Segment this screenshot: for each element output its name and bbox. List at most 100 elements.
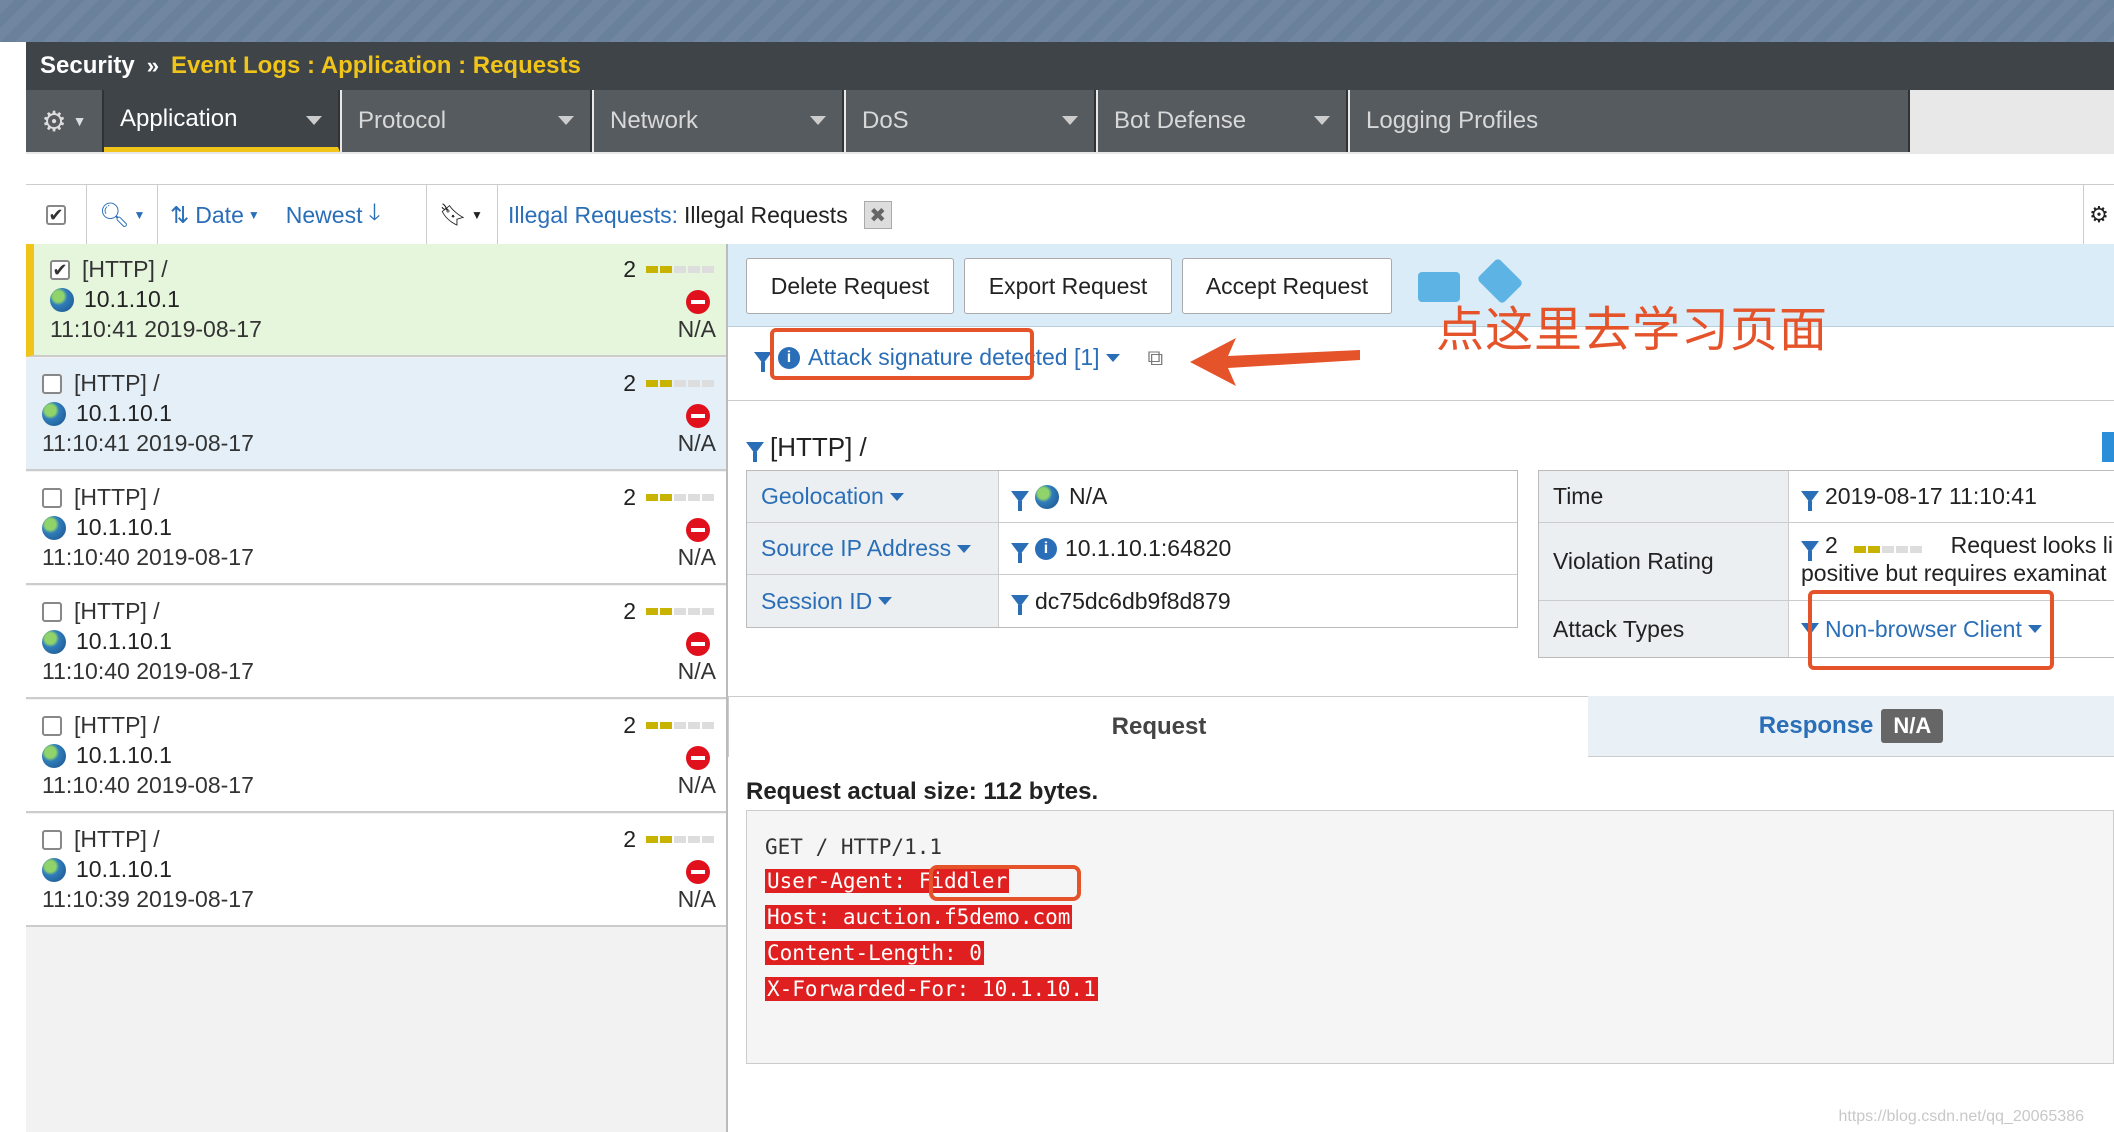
annotation-text: 点这里去学习页面 <box>1436 304 1829 357</box>
toolbar-settings-button[interactable]: ⚙ <box>2083 185 2114 245</box>
list-item[interactable]: [HTTP] / 10.1.10.1 11:10:41 2019-08-17 2 N/A <box>26 358 726 471</box>
geolocation-value: N/A <box>999 471 1517 523</box>
chevron-down-icon[interactable] <box>1105 353 1120 362</box>
accept-request-button[interactable]: Accept Request <box>1182 258 1392 314</box>
annotation-highlight-box <box>929 865 1081 901</box>
chevron-down-icon <box>957 544 972 553</box>
sort-icon: ⇅ <box>170 201 190 228</box>
filter-icon[interactable] <box>1801 541 1819 561</box>
list-item[interactable]: [HTTP] / 10.1.10.1 11:10:40 2019-08-17 2 N/A <box>26 472 726 585</box>
row-checkbox[interactable] <box>42 602 62 622</box>
tab-label: DoS <box>862 107 909 134</box>
tab-network[interactable]: Network <box>594 90 844 152</box>
violation-rating: 2 <box>623 712 716 739</box>
select-all-checkbox[interactable]: ✔ <box>46 205 66 225</box>
time-label: Time <box>1539 471 1789 523</box>
request-status: N/A <box>677 430 716 456</box>
tab-response[interactable]: Response N/A <box>1588 696 2114 757</box>
section-title: Security <box>40 52 135 79</box>
row-checkbox[interactable] <box>42 488 62 508</box>
chevron-down-icon <box>889 492 904 501</box>
bookmark-icon: 🔖︎ <box>439 202 467 227</box>
violation-rating: 2 <box>623 256 716 283</box>
list-item[interactable]: [HTTP] / 10.1.10.1 11:10:40 2019-08-17 2 N/A <box>26 700 726 813</box>
sort-order-button[interactable]: Newest <box>286 202 363 229</box>
geolocation-label[interactable]: Geolocation <box>747 471 999 523</box>
annotation-highlight-box <box>1808 590 2054 670</box>
request-size: Request actual size: 112 bytes. <box>746 778 1099 805</box>
request-time: 11:10:40 2019-08-17 <box>42 544 254 570</box>
list-toolbar: ✔ 🔍︎ ▼ ⇅ Date ▼ Newest 🡓 🔖︎ ▼ Illegal Requ… <box>26 184 2114 246</box>
side-toggle-button[interactable] <box>2102 432 2114 462</box>
row-checkbox[interactable] <box>42 374 62 394</box>
source-ip-label[interactable]: Source IP Address <box>747 523 999 575</box>
list-item[interactable]: [HTTP] / 10.1.10.1 11:10:40 2019-08-17 2 N/A <box>26 586 726 699</box>
arrow-down-icon: 🡓 <box>368 198 381 225</box>
tab-bar: ⚙ ▼ Application Protocol Network DoS Bot … <box>26 90 2114 154</box>
close-icon: ✖ <box>869 204 887 227</box>
filter-prefix: Illegal Requests: <box>508 201 679 228</box>
list-item[interactable]: ✔ [HTTP] / 10.1.10.1 11:10:41 2019-08-17 2 N/… <box>26 244 726 357</box>
tab-response-label: Response <box>1758 712 1874 739</box>
rating-bars <box>646 722 716 729</box>
tab-bot-defense[interactable]: Bot Defense <box>1098 90 1348 152</box>
row-checkbox[interactable] <box>42 716 62 736</box>
info-icon[interactable]: i <box>1035 537 1057 560</box>
attack-types-label: Attack Types <box>1539 601 1789 657</box>
tab-dos[interactable]: DoS <box>846 90 1096 152</box>
list-item[interactable]: [HTTP] / 10.1.10.1 11:10:39 2019-08-17 2 N/A <box>26 814 726 927</box>
row-checkbox[interactable] <box>42 830 62 850</box>
chevron-down-icon: ▼ <box>72 113 87 129</box>
request-list: ✔ [HTTP] / 10.1.10.1 11:10:41 2019-08-17 2 N/… <box>26 244 728 1132</box>
chevron-down-icon: ▼ <box>470 208 483 222</box>
violation-rating-label: Violation Rating <box>1539 523 1789 601</box>
chevron-down-icon <box>558 116 574 125</box>
filter-icon[interactable] <box>746 441 764 462</box>
request-ip: 10.1.10.1 <box>42 742 172 769</box>
request-status: N/A <box>677 658 716 684</box>
filter-icon[interactable] <box>1011 490 1029 511</box>
session-id-value: dc75dc6db9f8d879 <box>999 575 1517 627</box>
sort-date-button[interactable]: Date <box>195 202 244 229</box>
request-status: N/A <box>677 886 716 912</box>
violation-rating: 2 <box>623 598 716 625</box>
delete-request-button[interactable]: Delete Request <box>746 258 954 314</box>
globe-icon <box>50 287 74 312</box>
blocked-icon <box>686 404 710 428</box>
blocked-icon <box>686 518 710 542</box>
annotation-highlight-box <box>770 328 1034 380</box>
session-id-label[interactable]: Session ID <box>747 575 999 627</box>
external-link-icon[interactable]: ⧉ <box>1148 345 1164 371</box>
title-bar: Security » Event Logs : Application : Re… <box>26 42 2114 90</box>
chevron-down-icon <box>878 597 893 605</box>
blocked-icon <box>686 632 710 656</box>
search-icon: 🔍︎ <box>99 201 130 229</box>
request-line: Host: auction.f5demo.com <box>765 905 1073 929</box>
remove-filter-button[interactable]: ✖ <box>863 201 892 229</box>
filter-icon[interactable] <box>1011 542 1029 563</box>
bookmark-button[interactable]: 🔖︎ ▼ <box>427 185 498 245</box>
export-request-button[interactable]: Export Request <box>964 258 1172 314</box>
watermark: https://blog.csdn.net/qq_20065386 <box>1838 1108 2084 1125</box>
source-ip-value: i 10.1.10.1:64820 <box>999 523 1517 575</box>
request-line: Content-Length: 0 <box>765 941 984 965</box>
filter-icon[interactable] <box>1011 595 1029 615</box>
chevron-down-icon <box>306 116 322 125</box>
request-content: GET / HTTP/1.1 User-Agent: Fiddler Host:… <box>746 810 2114 1064</box>
tab-application[interactable]: Application <box>104 90 340 152</box>
request-status: N/A <box>677 772 716 798</box>
request-title-text: [HTTP] / <box>770 432 867 462</box>
tab-logging-profiles[interactable]: Logging Profiles <box>1350 90 1910 152</box>
settings-menu-button[interactable]: ⚙ ▼ <box>26 90 104 152</box>
chevron-down-icon <box>810 116 826 125</box>
request-title: [HTTP] / <box>74 712 160 738</box>
search-button[interactable]: 🔍︎ ▼ <box>87 185 158 245</box>
tab-protocol[interactable]: Protocol <box>342 90 592 152</box>
row-checkbox[interactable]: ✔ <box>50 260 70 280</box>
gear-icon: ⚙ <box>41 105 67 137</box>
request-time: 11:10:40 2019-08-17 <box>42 772 254 798</box>
tab-request[interactable]: Request <box>728 696 1590 757</box>
breadcrumb[interactable]: Event Logs : Application : Requests <box>171 52 581 80</box>
filter-icon[interactable] <box>1801 490 1819 511</box>
violation-rating: 2 <box>623 826 716 853</box>
